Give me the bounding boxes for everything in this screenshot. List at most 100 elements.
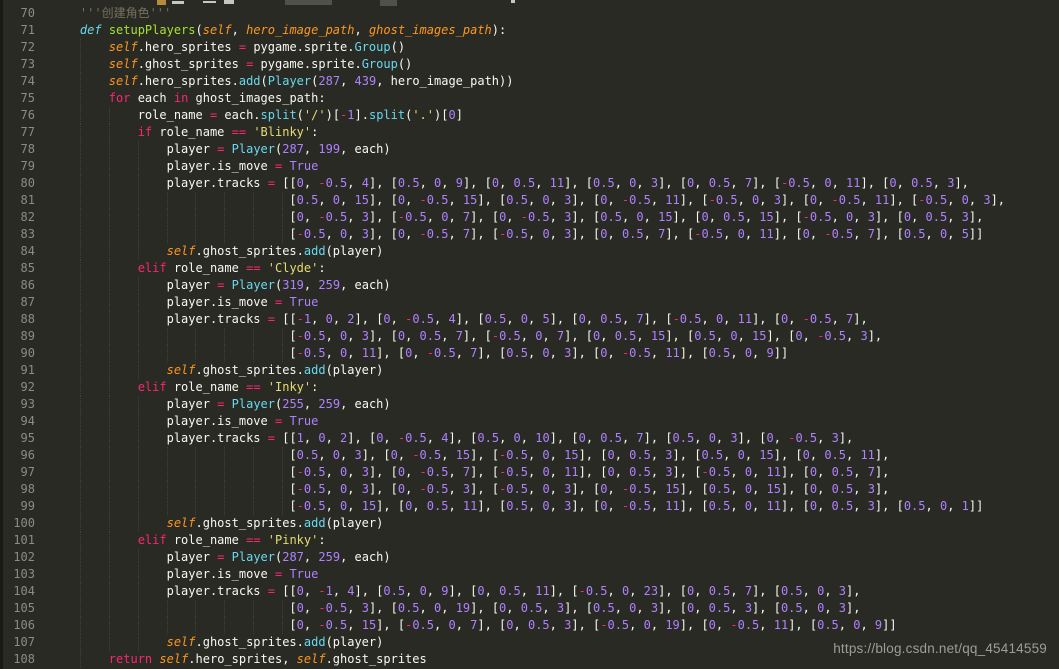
code-line[interactable]: 103 player.is_move = True (0, 566, 1059, 583)
code-token: , (947, 499, 961, 513)
code-token: hero_image_path (246, 23, 354, 37)
code-token: , (853, 465, 867, 479)
code-token: 0.5 (427, 227, 449, 241)
code-token: [ (289, 601, 296, 615)
code-line[interactable]: 84 self.ghost_sprites.add(player) (0, 243, 1059, 260)
code-token: self (167, 244, 196, 258)
code-token: 0.5 (839, 193, 861, 207)
code-token: , (629, 584, 643, 598)
code-token: , (550, 465, 564, 479)
code-token: ], [ (369, 329, 398, 343)
code-line[interactable]: 80 player.tracks = [[0, -0.5, 4], [0.5, … (0, 175, 1059, 192)
code-token: 7 (745, 176, 752, 190)
code-token: 3 (868, 210, 875, 224)
code-token: [-0.5, 0, 3], [0, -0.5, 7], [-0.5, 0, 11… (289, 465, 889, 479)
code-token: 0.5 (629, 346, 651, 360)
code-line[interactable]: 95 player.tracks = [[1, 0, 2], [0, -0.5,… (0, 430, 1059, 447)
code-token: 0.5 (926, 210, 948, 224)
indent-guide (80, 158, 81, 175)
code-token: 11 (759, 227, 773, 241)
code-token: ], [ (355, 584, 384, 598)
code-token: , (709, 210, 723, 224)
code-editor[interactable]: 70 '''创建角色'''71 def setupPlayers(self, h… (0, 0, 1059, 669)
indent-guide (80, 617, 81, 634)
indent-guide (80, 634, 81, 651)
line-number: 83 (0, 226, 35, 243)
code-token: , (311, 312, 325, 326)
code-token: in (174, 91, 188, 105)
code-token: , (340, 193, 354, 207)
code-token: 0.5 (709, 465, 731, 479)
code-line[interactable]: 76 role_name = each.split('/')[-1].split… (0, 107, 1059, 124)
code-line[interactable]: 86 player = Player(319, 259, each) (0, 277, 1059, 294)
code-line[interactable]: 101 elif role_name == 'Pinky': (0, 532, 1059, 549)
code-line[interactable]: 71 def setupPlayers(self, hero_image_pat… (0, 22, 1059, 39)
code-line[interactable]: 99 [-0.5, 0, 15], [0, 0.5, 11], [0.5, 0,… (0, 498, 1059, 515)
code-token: 0.5 (709, 499, 731, 513)
code-token: [[ (282, 431, 296, 445)
code-line[interactable]: 79 player.is_move = True (0, 158, 1059, 175)
code-token: - (297, 312, 304, 326)
code-line[interactable]: 100 self.ghost_sprites.add(player) (0, 515, 1059, 532)
code-line[interactable]: 102 player = Player(287, 259, each) (0, 549, 1059, 566)
code-token: 9 (456, 176, 463, 190)
code-line[interactable]: 73 self.ghost_sprites = pygame.sprite.Gr… (0, 56, 1059, 73)
code-token: , (622, 312, 636, 326)
code-token: 19 (456, 601, 470, 615)
code-token: ], [ (477, 499, 506, 513)
code-line[interactable]: 97 [-0.5, 0, 3], [0, -0.5, 7], [-0.5, 0,… (0, 464, 1059, 481)
code-line[interactable]: 82 [0, -0.5, 3], [-0.5, 0, 7], [0, -0.5,… (0, 209, 1059, 226)
code-line[interactable]: 105 [0, -0.5, 3], [0.5, 0, 19], [0, 0.5,… (0, 600, 1059, 617)
code-token: , (730, 584, 744, 598)
code-line[interactable]: 70 '''创建角色''' (0, 5, 1059, 22)
code-line[interactable]: 78 player = Player(287, 199, each) (0, 141, 1059, 158)
code-token: 0 (810, 499, 817, 513)
code-line[interactable]: 98 [-0.5, 0, 3], [0, -0.5, 3], [-0.5, 0,… (0, 481, 1059, 498)
code-token: , (926, 227, 940, 241)
code-line[interactable]: 75 for each in ghost_images_path: (0, 90, 1059, 107)
code-line[interactable]: 96 [0.5, 0, 3], [0, -0.5, 15], [-0.5, 0,… (0, 447, 1059, 464)
code-token: , (636, 329, 650, 343)
code-token: 0 (745, 346, 752, 360)
code-token: 0 (398, 193, 405, 207)
code-line[interactable]: 93 player = Player(255, 259, each) (0, 396, 1059, 413)
code-line[interactable]: 77 if role_name == 'Blinky': (0, 124, 1059, 141)
code-line[interactable]: 89 [-0.5, 0, 3], [0, 0.5, 7], [-0.5, 0, … (0, 328, 1059, 345)
line-code: self.ghost_sprites.add(player) (35, 243, 1059, 260)
code-token: 0.5 (427, 193, 449, 207)
code-line[interactable]: 87 player.is_move = True (0, 294, 1059, 311)
code-token: , (340, 74, 354, 88)
code-token: , (730, 346, 744, 360)
code-line[interactable]: 72 self.hero_sprites = pygame.sprite.Gro… (0, 39, 1059, 56)
code-line[interactable]: 106 [0, -0.5, 15], [-0.5, 0, 7], [0, 0.5… (0, 617, 1059, 634)
code-token: '/' (304, 108, 326, 122)
code-token: 0.5 (781, 584, 803, 598)
code-token: , (326, 227, 340, 241)
code-line[interactable]: 90 [-0.5, 0, 11], [0, -0.5, 7], [0.5, 0,… (0, 345, 1059, 362)
code-token: ], [ (579, 465, 608, 479)
code-line[interactable]: 83 [-0.5, 0, 3], [0, -0.5, 7], [-0.5, 0,… (0, 226, 1059, 243)
code-token: 0 (383, 312, 390, 326)
indent-guide (195, 226, 196, 243)
indent-guide (224, 617, 225, 634)
code-token: 0.5 (593, 601, 615, 615)
code-line[interactable]: 91 self.ghost_sprites.add(player) (0, 362, 1059, 379)
code-token: Player (232, 278, 275, 292)
code-line[interactable]: 74 self.hero_sprites.add(Player(287, 439… (0, 73, 1059, 90)
code-token: ], [ (774, 448, 803, 462)
code-token: 319 (282, 278, 304, 292)
code-line[interactable]: 104 player.tracks = [[0, -1, 4], [0.5, 0… (0, 583, 1059, 600)
indent-guide (80, 328, 81, 345)
code-token: 0.5 (304, 465, 326, 479)
code-line[interactable]: 92 elif role_name == 'Inky': (0, 379, 1059, 396)
code-token: , (448, 482, 462, 496)
code-line[interactable]: 85 elif role_name == 'Clyde': (0, 260, 1059, 277)
code-token: 0.5 (810, 210, 832, 224)
code-line[interactable]: 88 player.tracks = [[-1, 0, 2], [0, -0.5… (0, 311, 1059, 328)
code-token: ], [ (875, 210, 904, 224)
code-line[interactable]: 81 [0.5, 0, 15], [0, -0.5, 15], [0.5, 0,… (0, 192, 1059, 209)
code-token: 0.5 (788, 176, 810, 190)
code-line[interactable]: 94 player.is_move = True (0, 413, 1059, 430)
code-token: , (615, 601, 629, 615)
indent-guide (138, 243, 139, 260)
